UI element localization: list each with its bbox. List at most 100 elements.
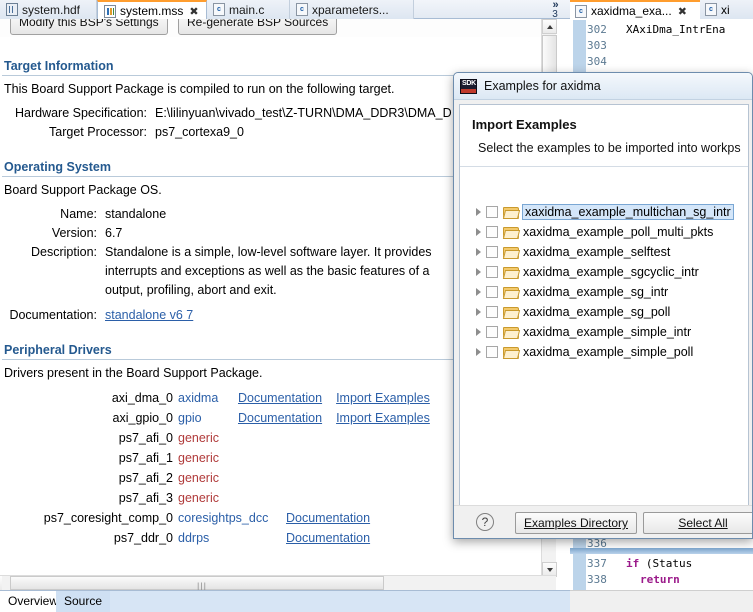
folder-icon (503, 286, 519, 299)
tab-main-c[interactable]: c main.c (207, 0, 290, 19)
list-item[interactable]: xaxidma_example_sg_intr (465, 282, 745, 302)
tab-overflow-chevron[interactable]: » 3 (544, 0, 566, 20)
row-key: Hardware Specification: (14, 106, 147, 120)
list-item[interactable]: xaxidma_example_multichan_sg_intr (465, 202, 745, 222)
checkbox[interactable] (486, 346, 498, 358)
tab-label: xparameters... (312, 2, 389, 17)
code-line: 303 (570, 38, 753, 54)
folder-icon (503, 206, 519, 219)
tab-system-mss[interactable]: system.mss ✖ (97, 0, 207, 20)
horizontal-scrollbar[interactable]: ||| (0, 575, 556, 591)
driver-name: ddrps (178, 531, 210, 545)
driver-instance: ps7_ddr_0 (113, 531, 173, 545)
chevron-right-icon[interactable] (476, 208, 481, 216)
checkbox[interactable] (486, 326, 498, 338)
line-text: if (Status (626, 556, 692, 572)
import-examples-link[interactable]: Import Examples (336, 408, 430, 428)
scroll-left-arrow[interactable] (0, 576, 2, 590)
tab-xi[interactable]: c xi (700, 0, 753, 19)
driver-instance: ps7_afi_2 (118, 471, 173, 485)
driver-name: generic (178, 491, 219, 505)
row-key: Version: (51, 226, 97, 240)
code-tab-strip: c xaxidma_exa... ✖ c xi (570, 0, 753, 20)
button-label: Examples Directory (523, 516, 629, 530)
close-icon[interactable]: ✖ (678, 5, 687, 18)
list-item-label: xaxidma_example_multichan_sg_intr (522, 204, 734, 220)
mss-file-icon (104, 4, 116, 18)
chevron-right-icon[interactable] (476, 348, 481, 356)
checkbox[interactable] (486, 266, 498, 278)
list-item-label: xaxidma_example_sg_poll (523, 305, 671, 319)
line-rest: (Status (645, 557, 693, 570)
tab-label: system.hdf (22, 2, 81, 17)
list-item-label: xaxidma_example_sg_intr (523, 285, 669, 299)
tab-label: main.c (229, 2, 265, 17)
row-key (0, 262, 105, 281)
driver-instance: ps7_afi_0 (118, 431, 173, 445)
tab-xparameters[interactable]: c xparameters... (290, 0, 414, 19)
chevron-right-icon[interactable] (476, 328, 481, 336)
modify-bsp-settings-button[interactable]: Modify this BSP's Settings (10, 19, 168, 35)
tab-xaxidma-example[interactable]: c xaxidma_exa... ✖ (570, 0, 700, 20)
scrollbar-thumb[interactable]: ||| (10, 576, 384, 591)
close-icon[interactable]: ✖ (189, 5, 198, 18)
code-line: 337 if (Status (570, 556, 753, 572)
dialog-title-bar[interactable]: Examples for axidma (454, 73, 752, 100)
folder-icon (503, 226, 519, 239)
documentation-link[interactable]: Documentation (286, 508, 370, 528)
line-number: 304 (587, 55, 607, 68)
driver-instance: ps7_afi_1 (118, 451, 173, 465)
driver-name: generic (178, 431, 219, 445)
list-item[interactable]: xaxidma_example_simple_poll (465, 342, 745, 362)
checkbox[interactable] (486, 246, 498, 258)
list-item[interactable]: xaxidma_example_simple_intr (465, 322, 745, 342)
tab-system-hdf[interactable]: system.hdf (0, 0, 97, 19)
row-key: Documentation: (9, 308, 97, 322)
chevron-right-icon[interactable] (476, 288, 481, 296)
chevron-right-icon[interactable] (476, 268, 481, 276)
chevron-right-icon[interactable] (476, 248, 481, 256)
import-examples-link[interactable]: Import Examples (336, 388, 430, 408)
list-item-label: xaxidma_example_selftest (523, 245, 671, 259)
checkbox[interactable] (486, 306, 498, 318)
list-item[interactable]: xaxidma_example_sg_poll (465, 302, 745, 322)
help-icon[interactable]: ? (476, 513, 494, 531)
examples-directory-button[interactable]: Examples Directory (515, 512, 637, 534)
driver-instance: ps7_afi_3 (118, 491, 173, 505)
chevron-right-icon[interactable] (476, 308, 481, 316)
documentation-link[interactable]: Documentation (238, 388, 322, 408)
checkbox[interactable] (486, 286, 498, 298)
list-item[interactable]: xaxidma_example_sgcyclic_intr (465, 262, 745, 282)
documentation-link[interactable]: Documentation (286, 528, 370, 548)
list-item[interactable]: xaxidma_example_selftest (465, 242, 745, 262)
list-item-label: xaxidma_example_poll_multi_pkts (523, 225, 714, 239)
application-window: system.hdf system.mss ✖ c main.c c xpara… (0, 0, 753, 612)
dialog-subheading: Select the examples to be imported into … (478, 141, 741, 155)
documentation-link[interactable]: Documentation (238, 408, 322, 428)
code-line: 302 XAxiDma_IntrEna (570, 22, 753, 38)
scroll-up-arrow[interactable] (542, 19, 557, 34)
code-line: 338 return (570, 572, 753, 588)
select-all-button[interactable]: Select All (643, 512, 752, 534)
chevron-right-icon[interactable] (476, 228, 481, 236)
list-item[interactable]: xaxidma_example_poll_multi_pkts (465, 222, 745, 242)
driver-name: generic (178, 471, 219, 485)
regenerate-bsp-sources-button[interactable]: Re-generate BSP Sources (178, 19, 338, 35)
form-page-tabs: Overview Source (0, 590, 570, 612)
line-number: 338 (587, 573, 607, 586)
c-file-icon: c (296, 3, 308, 16)
folder-icon (503, 306, 519, 319)
dialog-footer: ? Examples Directory Select All (454, 505, 752, 538)
checkbox[interactable] (486, 206, 498, 218)
c-file-icon: c (705, 3, 717, 16)
row-key: Target Processor: (49, 125, 147, 139)
row-key (0, 281, 105, 300)
checkbox[interactable] (486, 226, 498, 238)
folder-icon (503, 326, 519, 339)
examples-list[interactable]: xaxidma_example_multichan_sg_intr xaxidm… (465, 202, 745, 502)
c-file-icon: c (575, 4, 587, 18)
import-examples-dialog: Examples for axidma Import Examples Sele… (453, 72, 753, 539)
c-file-icon: c (213, 3, 225, 16)
tab-source[interactable]: Source (56, 591, 111, 612)
list-item-label: xaxidma_example_simple_intr (523, 325, 692, 339)
